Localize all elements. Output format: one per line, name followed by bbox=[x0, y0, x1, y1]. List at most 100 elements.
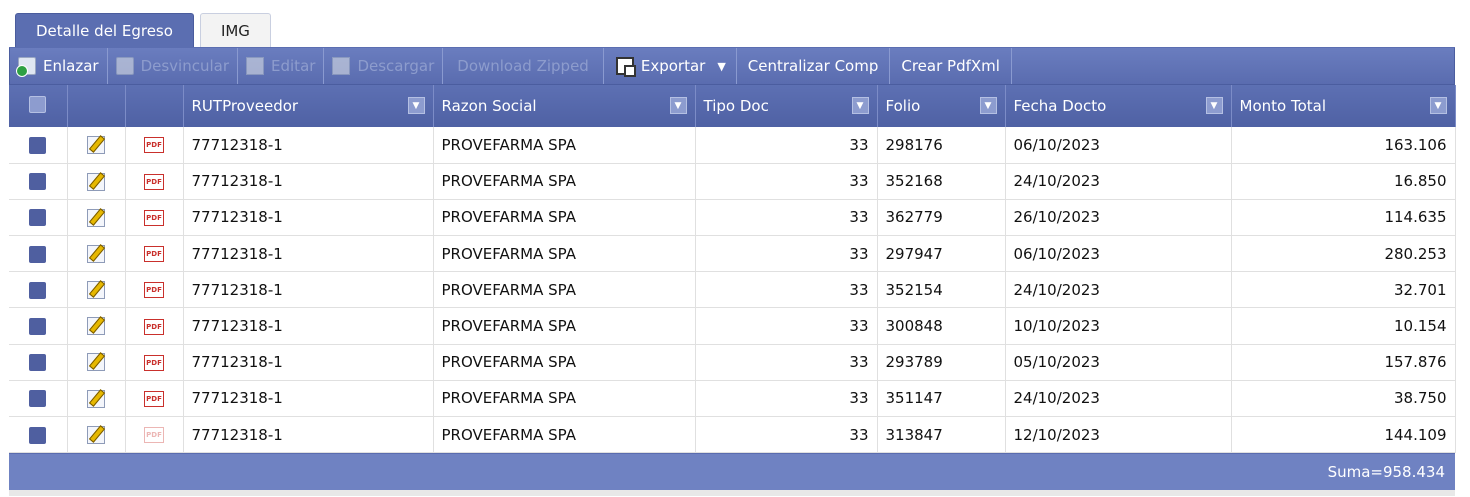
row-checkbox-cell[interactable] bbox=[9, 344, 68, 381]
editar-button[interactable]: Editar bbox=[238, 48, 325, 84]
pdf-icon[interactable]: PDF bbox=[144, 282, 164, 299]
table-row[interactable]: PDF 77712318-1 PROVEFARMA SPA 33 297947 06/10… bbox=[9, 235, 1456, 273]
cell-rut: 77712318-1 bbox=[183, 416, 434, 454]
row-edit-cell[interactable] bbox=[67, 163, 126, 200]
row-pdf-cell[interactable]: PDF bbox=[125, 199, 184, 237]
select-all-checkbox[interactable] bbox=[29, 95, 47, 113]
edit-icon[interactable] bbox=[87, 317, 105, 336]
row-edit-cell[interactable] bbox=[67, 380, 126, 418]
edit-icon[interactable] bbox=[87, 172, 105, 191]
table-row[interactable]: PDF 77712318-1 PROVEFARMA SPA 33 300848 10/10… bbox=[9, 307, 1456, 345]
col-monto-header[interactable]: Monto Total ▼ bbox=[1231, 85, 1456, 127]
row-checkbox[interactable] bbox=[29, 209, 47, 227]
pdf-icon[interactable]: PDF bbox=[144, 354, 164, 371]
cell-folio: 300848 bbox=[877, 307, 1006, 345]
column-menu-icon[interactable]: ▼ bbox=[1429, 97, 1447, 114]
cell-tipo: 33 bbox=[695, 271, 878, 309]
row-checkbox-cell[interactable] bbox=[9, 271, 68, 309]
tab-img[interactable]: IMG bbox=[199, 13, 271, 47]
pdf-icon[interactable]: PDF bbox=[144, 137, 164, 154]
col-fecha-label: Fecha Docto bbox=[1013, 97, 1107, 115]
row-edit-cell[interactable] bbox=[67, 127, 126, 164]
chevron-down-icon[interactable]: ▼ bbox=[717, 60, 725, 73]
pdf-icon[interactable]: PDF bbox=[144, 209, 164, 226]
centralizar-comp-button[interactable]: Centralizar Comp bbox=[737, 48, 891, 84]
row-edit-cell[interactable] bbox=[67, 235, 126, 273]
row-checkbox[interactable] bbox=[29, 318, 47, 336]
pdf-icon[interactable]: PDF bbox=[144, 246, 164, 263]
row-checkbox-cell[interactable] bbox=[9, 235, 68, 273]
table-row[interactable]: PDF 77712318-1 PROVEFARMA SPA 33 352168 24/10… bbox=[9, 163, 1456, 200]
horizontal-scrollbar[interactable] bbox=[9, 490, 1455, 497]
column-menu-icon[interactable]: ▼ bbox=[979, 97, 997, 114]
row-edit-cell[interactable] bbox=[67, 416, 126, 454]
table-row[interactable]: PDF 77712318-1 PROVEFARMA SPA 33 298176 06/10… bbox=[9, 127, 1456, 164]
row-pdf-cell[interactable]: PDF bbox=[125, 344, 184, 381]
cell-monto: 163.106 bbox=[1231, 127, 1456, 164]
cell-monto: 157.876 bbox=[1231, 344, 1456, 381]
row-checkbox[interactable] bbox=[29, 173, 47, 191]
column-menu-icon[interactable]: ▼ bbox=[851, 97, 869, 114]
row-pdf-cell[interactable]: PDF bbox=[125, 416, 184, 454]
row-pdf-cell[interactable]: PDF bbox=[125, 307, 184, 345]
edit-icon[interactable] bbox=[87, 425, 105, 444]
edit-icon[interactable] bbox=[87, 281, 105, 300]
col-folio-header[interactable]: Folio ▼ bbox=[877, 85, 1006, 127]
edit-icon[interactable] bbox=[87, 389, 105, 408]
download-zipped-button[interactable]: Download Zipped bbox=[443, 48, 604, 84]
row-checkbox-cell[interactable] bbox=[9, 163, 68, 200]
row-pdf-cell[interactable]: PDF bbox=[125, 235, 184, 273]
enlazar-button[interactable]: Enlazar bbox=[10, 48, 108, 84]
row-edit-cell[interactable] bbox=[67, 307, 126, 345]
row-checkbox[interactable] bbox=[29, 354, 47, 372]
table-row[interactable]: PDF 77712318-1 PROVEFARMA SPA 33 362779 26/10… bbox=[9, 199, 1456, 237]
col-razon-header[interactable]: Razon Social ▼ bbox=[433, 85, 696, 127]
row-pdf-cell[interactable]: PDF bbox=[125, 271, 184, 309]
row-pdf-cell[interactable]: PDF bbox=[125, 380, 184, 418]
row-edit-cell[interactable] bbox=[67, 199, 126, 237]
crear-pdfxml-button[interactable]: Crear PdfXml bbox=[890, 48, 1012, 84]
row-checkbox-cell[interactable] bbox=[9, 416, 68, 454]
pdf-icon[interactable]: PDF bbox=[144, 318, 164, 335]
desvincular-button[interactable]: Desvincular bbox=[108, 48, 239, 84]
edit-icon[interactable] bbox=[87, 353, 105, 372]
row-pdf-cell[interactable]: PDF bbox=[125, 163, 184, 200]
row-checkbox[interactable] bbox=[29, 281, 47, 299]
row-checkbox[interactable] bbox=[29, 390, 47, 408]
descargar-button[interactable]: Descargar bbox=[324, 48, 444, 84]
row-edit-cell[interactable] bbox=[67, 271, 126, 309]
row-pdf-cell[interactable]: PDF bbox=[125, 127, 184, 164]
cell-razon: PROVEFARMA SPA bbox=[433, 199, 696, 237]
pdf-icon[interactable]: PDF bbox=[144, 390, 164, 407]
pdf-icon[interactable]: PDF bbox=[144, 427, 164, 444]
tab-detalle-egreso[interactable]: Detalle del Egreso bbox=[15, 13, 194, 47]
row-checkbox[interactable] bbox=[29, 245, 47, 263]
col-folio-label: Folio bbox=[885, 97, 921, 115]
col-fecha-header[interactable]: Fecha Docto ▼ bbox=[1005, 85, 1232, 127]
table-row[interactable]: PDF 77712318-1 PROVEFARMA SPA 33 351147 24/10… bbox=[9, 380, 1456, 418]
cell-fecha: 06/10/2023 bbox=[1005, 127, 1232, 164]
edit-icon[interactable] bbox=[87, 244, 105, 263]
cell-rut: 77712318-1 bbox=[183, 199, 434, 237]
pdf-icon[interactable]: PDF bbox=[144, 173, 164, 190]
cell-folio: 352168 bbox=[877, 163, 1006, 200]
row-checkbox-cell[interactable] bbox=[9, 307, 68, 345]
table-row[interactable]: PDF 77712318-1 PROVEFARMA SPA 33 313847 12/10… bbox=[9, 416, 1456, 454]
exportar-button[interactable]: Exportar ▼ bbox=[604, 48, 737, 84]
row-checkbox-cell[interactable] bbox=[9, 127, 68, 164]
table-row[interactable]: PDF 77712318-1 PROVEFARMA SPA 33 352154 24/10… bbox=[9, 271, 1456, 309]
row-checkbox[interactable] bbox=[29, 136, 47, 154]
col-tipo-header[interactable]: Tipo Doc ▼ bbox=[695, 85, 878, 127]
row-checkbox[interactable] bbox=[29, 426, 47, 444]
select-all-header[interactable] bbox=[9, 85, 68, 127]
edit-icon[interactable] bbox=[87, 136, 105, 155]
column-menu-icon[interactable]: ▼ bbox=[1205, 97, 1223, 114]
column-menu-icon[interactable]: ▼ bbox=[669, 97, 687, 114]
row-edit-cell[interactable] bbox=[67, 344, 126, 381]
table-row[interactable]: PDF 77712318-1 PROVEFARMA SPA 33 293789 05/10… bbox=[9, 344, 1456, 381]
column-menu-icon[interactable]: ▼ bbox=[407, 97, 425, 114]
row-checkbox-cell[interactable] bbox=[9, 199, 68, 237]
row-checkbox-cell[interactable] bbox=[9, 380, 68, 418]
col-rut-header[interactable]: RUTProveedor ▼ bbox=[183, 85, 434, 127]
edit-icon[interactable] bbox=[87, 208, 105, 227]
